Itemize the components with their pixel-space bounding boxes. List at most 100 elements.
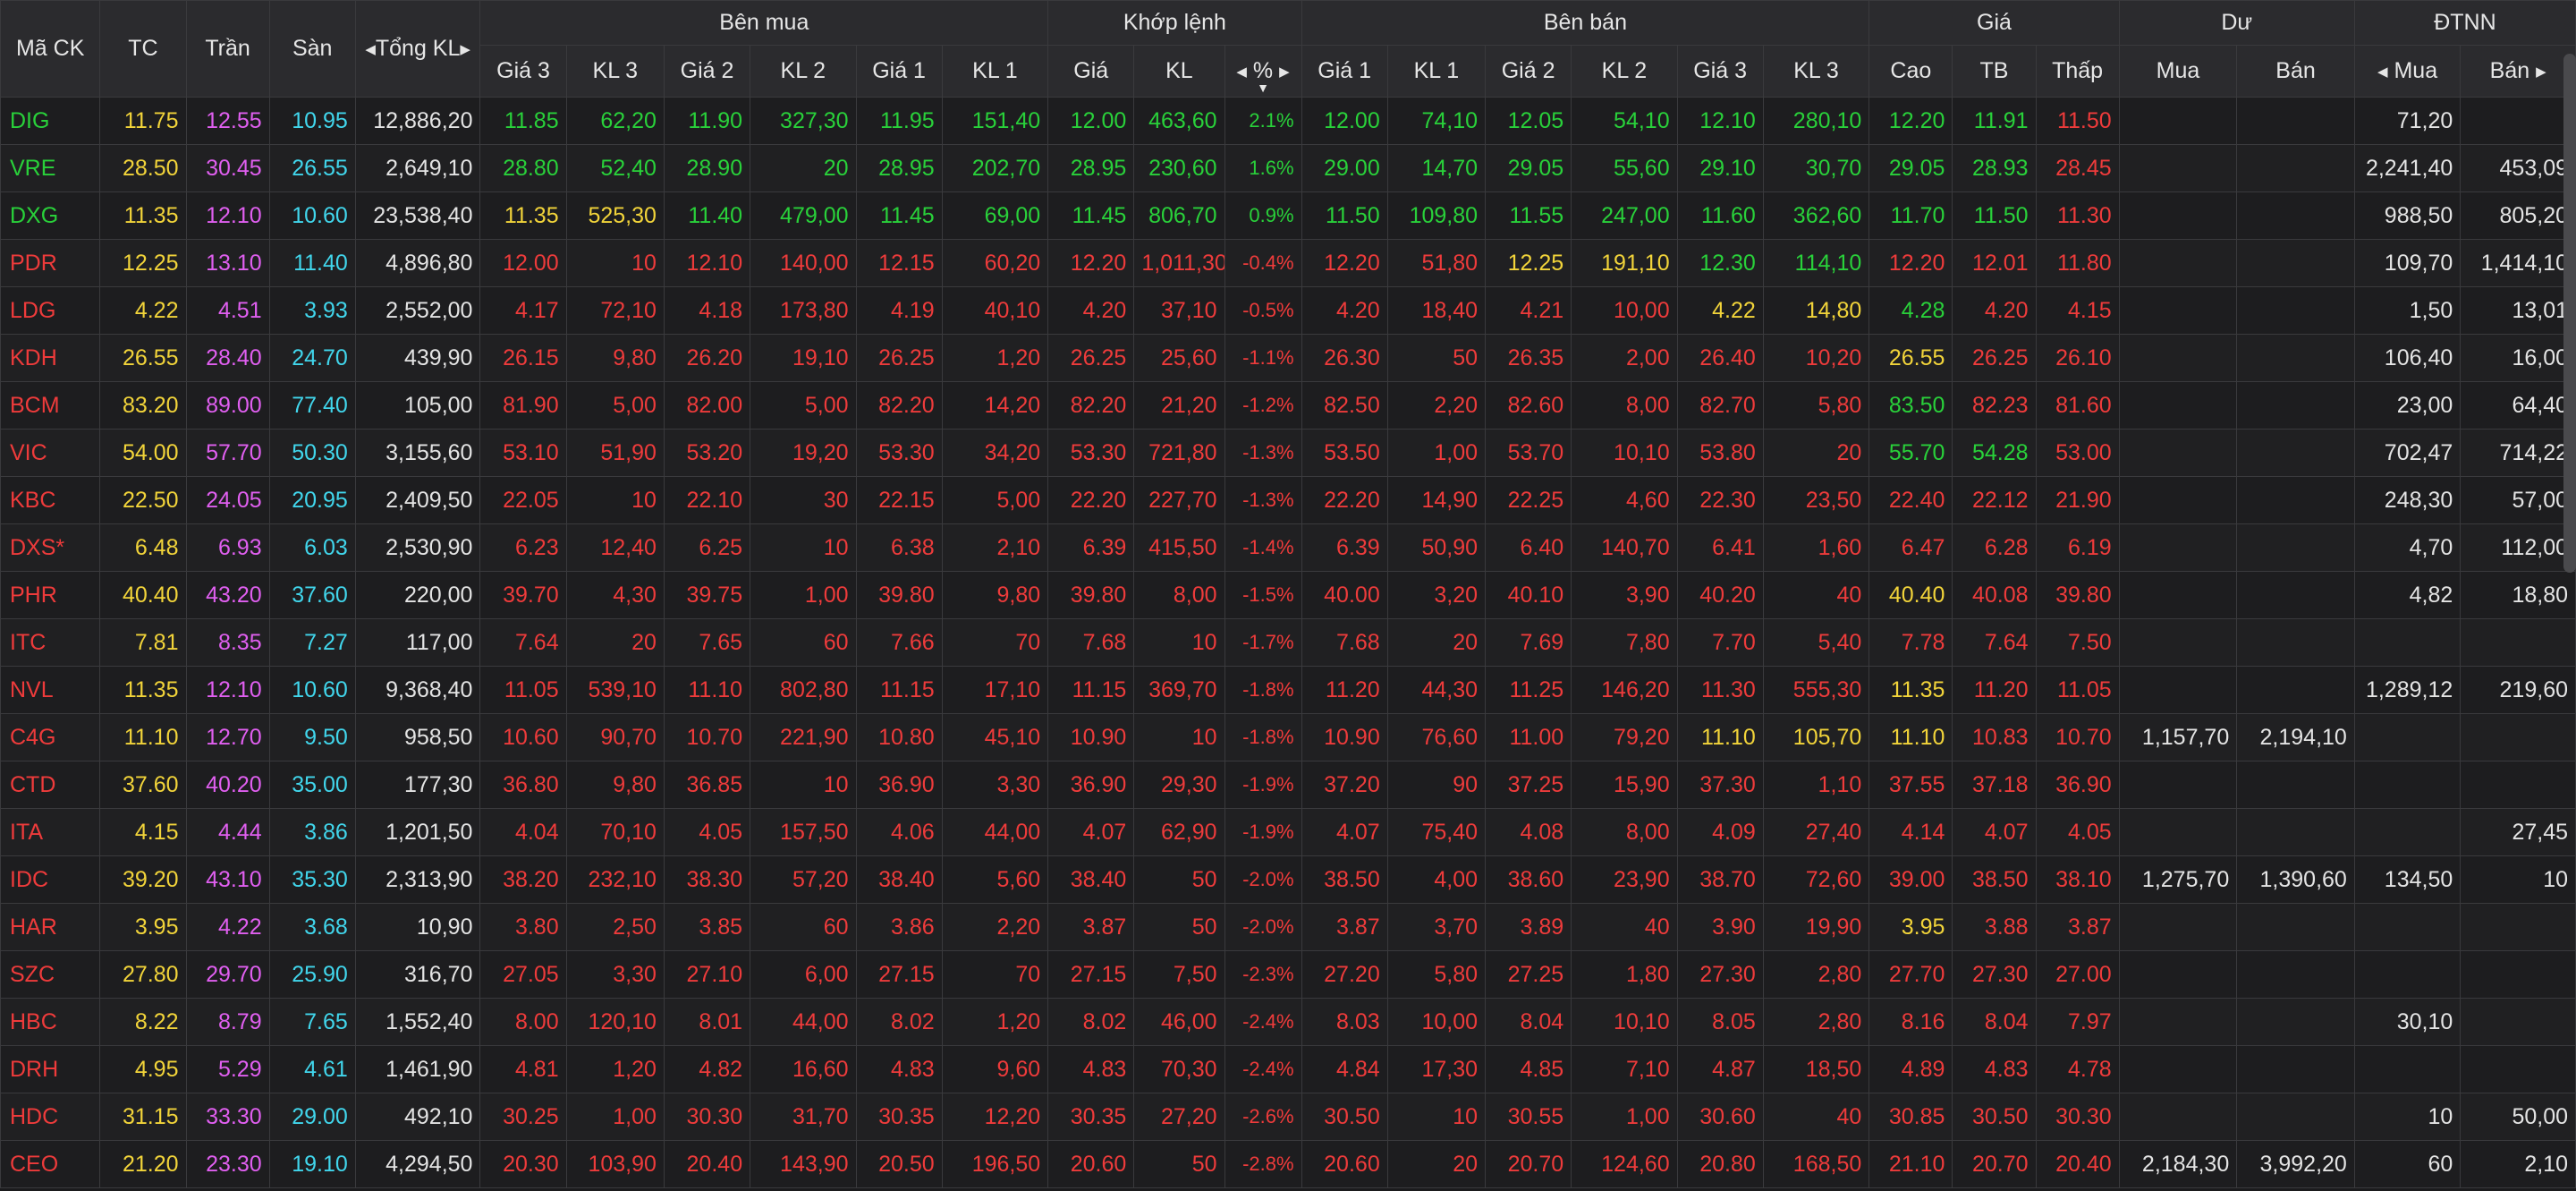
caret-right-icon[interactable]: ▶ — [2536, 64, 2546, 80]
symbol-cell[interactable]: C4G — [0, 713, 101, 761]
symbol-cell[interactable]: DXG — [0, 191, 101, 240]
col-ask2-price[interactable]: Giá 2 — [1485, 45, 1572, 98]
table-row[interactable]: IDC 39.20 43.10 35.30 2,313,90 38.20 232,10 38.… — [0, 855, 2576, 904]
col-ceiling[interactable]: Trần — [185, 0, 270, 98]
col-bid3-price[interactable]: Giá 3 — [479, 45, 567, 98]
col-bid2-price[interactable]: Giá 2 — [663, 45, 751, 98]
symbol-cell[interactable]: PDR — [0, 239, 101, 287]
vertical-scrollbar[interactable] — [2563, 54, 2576, 573]
symbol-cell[interactable]: ITC — [0, 618, 101, 667]
symbol-cell[interactable]: ITA — [0, 808, 101, 856]
cell-g1: 30.35 — [855, 1093, 943, 1141]
col-avg[interactable]: TB — [1952, 45, 2037, 98]
cell-av2: 15,90 — [1571, 761, 1678, 809]
symbol-cell[interactable]: CEO — [0, 1140, 101, 1188]
symbol-cell[interactable]: VRE — [0, 144, 101, 192]
col-low[interactable]: Thấp — [2035, 45, 2120, 98]
col-foreign-sell[interactable]: Bán ▶ — [2460, 45, 2576, 98]
table-row[interactable]: C4G 11.10 12.70 9.50 958,50 10.60 90,70 10.70 22… — [0, 713, 2576, 761]
cell-tong: 439,90 — [354, 334, 481, 382]
col-high[interactable]: Cao — [1868, 45, 1953, 98]
table-row[interactable]: ITA 4.15 4.44 3.86 1,201,50 4.04 70,10 4.05 157,… — [0, 808, 2576, 856]
col-surplus-buy[interactable]: Mua — [2118, 45, 2238, 98]
table-row[interactable]: VIC 54.00 57.70 50.30 3,155,60 53.10 51,90 53.2… — [0, 429, 2576, 477]
col-reference[interactable]: TC — [99, 0, 187, 98]
table-row[interactable]: ITC 7.81 8.35 7.27 117,00 7.64 20 7.65 60 7.66 70 7… — [0, 618, 2576, 667]
col-match-pct[interactable]: ◀ % ▶ ▼ — [1224, 45, 1302, 98]
table-row[interactable]: CTD 37.60 40.20 35.00 177,30 36.80 9,80 36.85 10… — [0, 761, 2576, 809]
col-total-volume[interactable]: ◀Tổng KL▶ — [354, 0, 481, 98]
cell-k2: 6,00 — [750, 950, 857, 999]
col-ask1-vol[interactable]: KL 1 — [1386, 45, 1487, 98]
cell-g2: 3.85 — [663, 903, 751, 951]
table-row[interactable]: DIG 11.75 12.55 10.95 12,886,20 11.85 62,20 11.… — [0, 97, 2576, 145]
table-row[interactable]: PDR 12.25 13.10 11.40 4,896,80 12.00 10 12.10 14… — [0, 239, 2576, 287]
table-row[interactable]: BCM 83.20 89.00 77.40 105,00 81.90 5,00 82.00 5,… — [0, 381, 2576, 430]
symbol-cell[interactable]: HAR — [0, 903, 101, 951]
symbol-cell[interactable]: KDH — [0, 334, 101, 382]
table-row[interactable]: KBC 22.50 24.05 20.95 2,409,50 22.05 10 22.10 30… — [0, 476, 2576, 524]
col-bid2-vol[interactable]: KL 2 — [750, 45, 857, 98]
table-row[interactable]: LDG 4.22 4.51 3.93 2,552,00 4.17 72,10 4.18 173,… — [0, 286, 2576, 335]
cell-db: 1,390,60 — [2236, 855, 2355, 904]
symbol-cell[interactable]: SZC — [0, 950, 101, 999]
cell-san: 7.65 — [268, 998, 356, 1046]
col-symbol[interactable]: Mã CK — [0, 0, 101, 98]
col-ask3-vol[interactable]: KL 3 — [1762, 45, 1870, 98]
table-row[interactable]: HAR 3.95 4.22 3.68 10,90 3.80 2,50 3.85 60 3.86 2,… — [0, 903, 2576, 951]
col-bid1-vol[interactable]: KL 1 — [941, 45, 1049, 98]
symbol-cell[interactable]: DXS* — [0, 523, 101, 572]
table-row[interactable]: PHR 40.40 43.20 37.60 220,00 39.70 4,30 39.75 1,… — [0, 571, 2576, 619]
col-bid3-vol[interactable]: KL 3 — [565, 45, 665, 98]
caret-right-icon[interactable]: ▶ — [460, 41, 470, 57]
cell-tran: 12.70 — [185, 713, 270, 761]
table-row[interactable]: CEO 21.20 23.30 19.10 4,294,50 20.30 103,90 20.… — [0, 1140, 2576, 1188]
table-row[interactable]: SZC 27.80 29.70 25.90 316,70 27.05 3,30 27.10 6,… — [0, 950, 2576, 999]
cell-g1: 4.06 — [855, 808, 943, 856]
col-ask3-price[interactable]: Giá 3 — [1676, 45, 1764, 98]
col-surplus-sell[interactable]: Bán — [2236, 45, 2355, 98]
caret-left-icon[interactable]: ◀ — [1236, 64, 1247, 80]
symbol-cell[interactable]: KBC — [0, 476, 101, 524]
col-ask1-price[interactable]: Giá 1 — [1301, 45, 1388, 98]
symbol-cell[interactable]: LDG — [0, 286, 101, 335]
symbol-cell[interactable]: NVL — [0, 666, 101, 714]
table-row[interactable]: KDH 26.55 28.40 24.70 439,90 26.15 9,80 26.20 19… — [0, 334, 2576, 382]
symbol-cell[interactable]: VIC — [0, 429, 101, 477]
symbol-cell[interactable]: HDC — [0, 1093, 101, 1141]
caret-left-icon[interactable]: ◀ — [2377, 64, 2388, 80]
col-bid1-price[interactable]: Giá 1 — [855, 45, 943, 98]
caret-left-icon[interactable]: ◀ — [365, 41, 376, 57]
cell-g3: 12.00 — [479, 239, 567, 287]
cell-av2: 191,10 — [1571, 239, 1678, 287]
table-row[interactable]: DRH 4.95 5.29 4.61 1,461,90 4.81 1,20 4.82 16,60… — [0, 1045, 2576, 1093]
cell-san: 3.86 — [268, 808, 356, 856]
col-floor[interactable]: Sàn — [268, 0, 356, 98]
symbol-cell[interactable]: BCM — [0, 381, 101, 430]
table-row[interactable]: DXG 11.35 12.10 10.60 23,538,40 11.35 525,30 11… — [0, 191, 2576, 240]
cell-fm — [2353, 903, 2462, 951]
symbol-cell[interactable]: PHR — [0, 571, 101, 619]
cell-k3: 9,80 — [565, 334, 665, 382]
caret-right-icon[interactable]: ▶ — [1279, 64, 1290, 80]
symbol-cell[interactable]: DRH — [0, 1045, 101, 1093]
col-foreign-buy[interactable]: ◀ Mua — [2353, 45, 2462, 98]
table-row[interactable]: HDC 31.15 33.30 29.00 492,10 30.25 1,00 30.30 31… — [0, 1093, 2576, 1141]
col-match-vol[interactable]: KL — [1133, 45, 1225, 98]
table-row[interactable]: NVL 11.35 12.10 10.60 9,368,40 11.05 539,10 11.… — [0, 666, 2576, 714]
table-row[interactable]: HBC 8.22 8.79 7.65 1,552,40 8.00 120,10 8.01 44,… — [0, 998, 2576, 1046]
table-row[interactable]: VRE 28.50 30.45 26.55 2,649,10 28.80 52,40 28.9… — [0, 144, 2576, 192]
table-row[interactable]: DXS* 6.48 6.93 6.03 2,530,90 6.23 12,40 6.25 10 6… — [0, 523, 2576, 572]
cell-tc: 4.15 — [99, 808, 187, 856]
symbol-cell[interactable]: CTD — [0, 761, 101, 809]
cell-av3: 40 — [1762, 1093, 1870, 1141]
symbol-cell[interactable]: HBC — [0, 998, 101, 1046]
sort-down-icon[interactable]: ▼ — [1257, 81, 1269, 95]
symbol-cell[interactable]: IDC — [0, 855, 101, 904]
cell-av2: 55,60 — [1571, 144, 1678, 192]
col-ask2-vol[interactable]: KL 2 — [1571, 45, 1678, 98]
symbol-cell[interactable]: DIG — [0, 97, 101, 145]
col-match-price[interactable]: Giá — [1047, 45, 1135, 98]
cell-tran: 57.70 — [185, 429, 270, 477]
cell-tc: 6.48 — [99, 523, 187, 572]
